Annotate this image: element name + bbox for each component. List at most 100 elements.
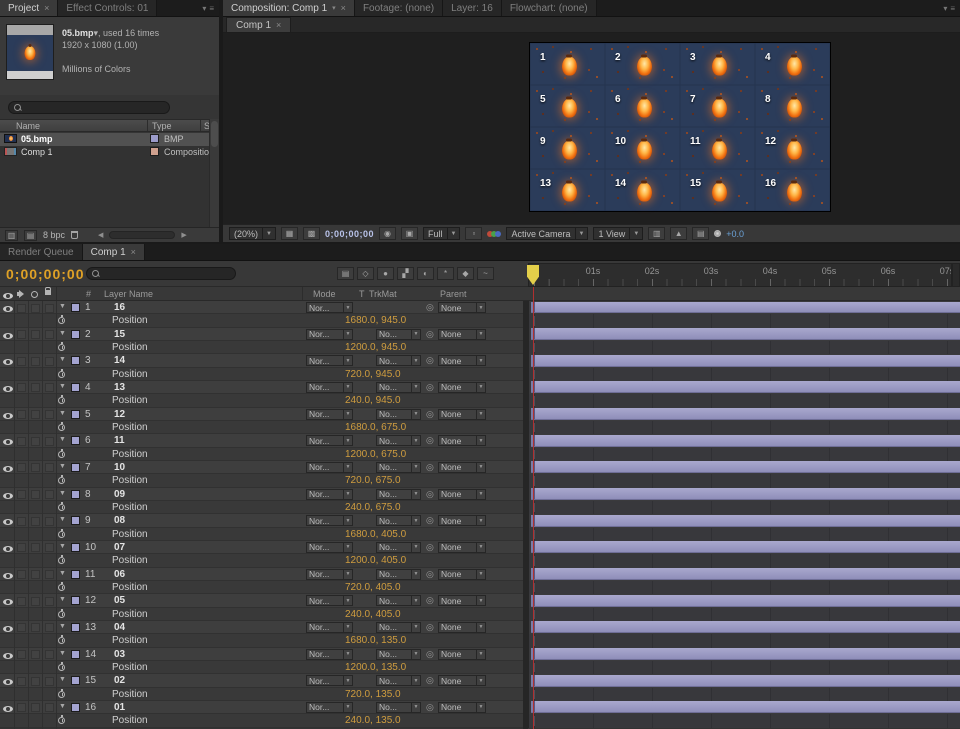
- layer-expander[interactable]: ▼: [59, 650, 66, 657]
- layer-expander[interactable]: ▼: [59, 623, 66, 630]
- property-name[interactable]: Position: [112, 662, 148, 673]
- parent-dropdown[interactable]: None▼: [438, 515, 486, 526]
- tab-composition[interactable]: Composition: Comp 1 ▾ ×: [223, 0, 355, 16]
- solo-toggle[interactable]: [31, 437, 40, 446]
- layer-label-swatch[interactable]: [71, 676, 80, 685]
- frame-blend-icon[interactable]: ▞: [397, 267, 414, 280]
- parent-dropdown[interactable]: None▼: [438, 595, 486, 606]
- composition-image[interactable]: 12345678910111213141516: [530, 43, 830, 211]
- timeline-track[interactable]: [528, 621, 960, 634]
- parent-dropdown[interactable]: None▼: [438, 675, 486, 686]
- lock-toggle[interactable]: [45, 383, 54, 392]
- blend-mode-dropdown[interactable]: Nor...▼: [306, 329, 353, 340]
- property-name[interactable]: Position: [112, 422, 148, 433]
- stopwatch-icon[interactable]: [58, 504, 65, 511]
- timeline-track[interactable]: [528, 408, 960, 421]
- blend-mode-dropdown[interactable]: Nor...▼: [306, 355, 353, 366]
- trkmat-dropdown[interactable]: No...▼: [376, 675, 421, 686]
- parent-dropdown[interactable]: None▼: [438, 409, 486, 420]
- lock-toggle[interactable]: [45, 543, 54, 552]
- layer-expander[interactable]: ▼: [59, 463, 66, 470]
- audio-toggle[interactable]: [17, 383, 26, 392]
- stopwatch-icon[interactable]: [58, 477, 65, 484]
- parent-pickwhip-icon[interactable]: ◎: [426, 542, 434, 553]
- camera-dropdown[interactable]: Active Camera▼: [506, 227, 588, 240]
- timeline-layer-row[interactable]: ▼1106Nor...▼No...▼◎None▼: [0, 568, 960, 581]
- motion-blur-icon[interactable]: ◐: [417, 267, 434, 280]
- project-scrollbar[interactable]: [209, 119, 219, 227]
- property-name[interactable]: Position: [112, 315, 148, 326]
- view-layout-dropdown[interactable]: 1 View▼: [593, 227, 643, 240]
- solo-toggle[interactable]: [31, 570, 40, 579]
- layer-expander[interactable]: ▼: [59, 330, 66, 337]
- parent-pickwhip-icon[interactable]: ◎: [426, 382, 434, 393]
- timeline-track[interactable]: [528, 488, 960, 501]
- parent-dropdown[interactable]: None▼: [438, 489, 486, 500]
- show-snapshot-icon[interactable]: ▣: [401, 227, 418, 240]
- timeline-layer-row[interactable]: ▼809Nor...▼No...▼◎None▼: [0, 488, 960, 501]
- lock-toggle[interactable]: [45, 703, 54, 712]
- solo-toggle[interactable]: [31, 463, 40, 472]
- lock-toggle[interactable]: [45, 623, 54, 632]
- solo-toggle[interactable]: [31, 543, 40, 552]
- layer-expander[interactable]: ▼: [59, 410, 66, 417]
- resolution-dropdown[interactable]: Full▼: [423, 227, 460, 240]
- column-parent[interactable]: Parent: [440, 289, 467, 299]
- position-value[interactable]: 720.0, 945.0: [345, 369, 401, 380]
- label-color-swatch[interactable]: [150, 147, 159, 156]
- position-property-row[interactable]: Position1200.0, 675.0: [0, 448, 960, 461]
- timeline-track[interactable]: [528, 541, 960, 554]
- parent-pickwhip-icon[interactable]: ◎: [426, 435, 434, 446]
- layer-name[interactable]: 14: [114, 355, 125, 366]
- position-value[interactable]: 240.0, 135.0: [345, 715, 401, 726]
- position-property-row[interactable]: Position720.0, 945.0: [0, 368, 960, 381]
- layer-expander[interactable]: ▼: [59, 516, 66, 523]
- lock-toggle[interactable]: [45, 490, 54, 499]
- stopwatch-icon[interactable]: [58, 557, 65, 564]
- layer-label-swatch[interactable]: [71, 303, 80, 312]
- layer-name[interactable]: 04: [114, 622, 125, 633]
- audio-toggle[interactable]: [17, 437, 26, 446]
- stopwatch-icon[interactable]: [58, 424, 65, 431]
- tab-project[interactable]: Project ×: [0, 0, 58, 16]
- trkmat-dropdown[interactable]: No...▼: [376, 702, 421, 713]
- project-item-row[interactable]: 05.bmpBMP: [0, 133, 219, 146]
- timeline-layer-row[interactable]: ▼1403Nor...▼No...▼◎None▼: [0, 648, 960, 661]
- tab-footage[interactable]: Footage: (none): [355, 0, 443, 16]
- audio-toggle[interactable]: [17, 677, 26, 686]
- parent-pickwhip-icon[interactable]: ◎: [426, 702, 434, 713]
- property-name[interactable]: Position: [112, 609, 148, 620]
- timeline-track[interactable]: [528, 648, 960, 661]
- solo-toggle[interactable]: [31, 703, 40, 712]
- parent-dropdown[interactable]: None▼: [438, 302, 486, 313]
- position-value[interactable]: 720.0, 675.0: [345, 475, 401, 486]
- composition-flowchart-icon[interactable]: ▤: [337, 267, 354, 280]
- column-name[interactable]: Name: [16, 121, 40, 131]
- lock-toggle[interactable]: [45, 410, 54, 419]
- lock-toggle[interactable]: [45, 677, 54, 686]
- graph-editor-icon[interactable]: ~: [477, 267, 494, 280]
- layer-duration-bar[interactable]: [531, 435, 960, 447]
- parent-pickwhip-icon[interactable]: ◎: [426, 649, 434, 660]
- blend-mode-dropdown[interactable]: Nor...▼: [306, 595, 353, 606]
- solo-toggle[interactable]: [31, 517, 40, 526]
- layer-label-swatch[interactable]: [71, 703, 80, 712]
- stopwatch-icon[interactable]: [58, 664, 65, 671]
- layer-duration-bar[interactable]: [531, 328, 960, 340]
- parent-dropdown[interactable]: None▼: [438, 435, 486, 446]
- timeline-layer-row[interactable]: ▼1502Nor...▼No...▼◎None▼: [0, 674, 960, 687]
- layer-duration-bar[interactable]: [531, 302, 960, 314]
- position-value[interactable]: 240.0, 945.0: [345, 395, 401, 406]
- project-item-name[interactable]: Comp 1: [21, 147, 53, 157]
- timeline-layer-row[interactable]: ▼413Nor...▼No...▼◎None▼: [0, 381, 960, 394]
- scroll-right-icon[interactable]: ▶: [181, 231, 186, 239]
- layer-duration-bar[interactable]: [531, 541, 960, 553]
- lock-toggle[interactable]: [45, 517, 54, 526]
- position-property-row[interactable]: Position1680.0, 945.0: [0, 314, 960, 327]
- close-icon[interactable]: ×: [276, 21, 281, 30]
- property-name[interactable]: Position: [112, 715, 148, 726]
- position-value[interactable]: 1200.0, 405.0: [345, 555, 406, 566]
- solo-toggle[interactable]: [31, 357, 40, 366]
- horizontal-scrollbar[interactable]: [109, 231, 175, 239]
- blend-mode-dropdown[interactable]: Nor...▼: [306, 302, 353, 313]
